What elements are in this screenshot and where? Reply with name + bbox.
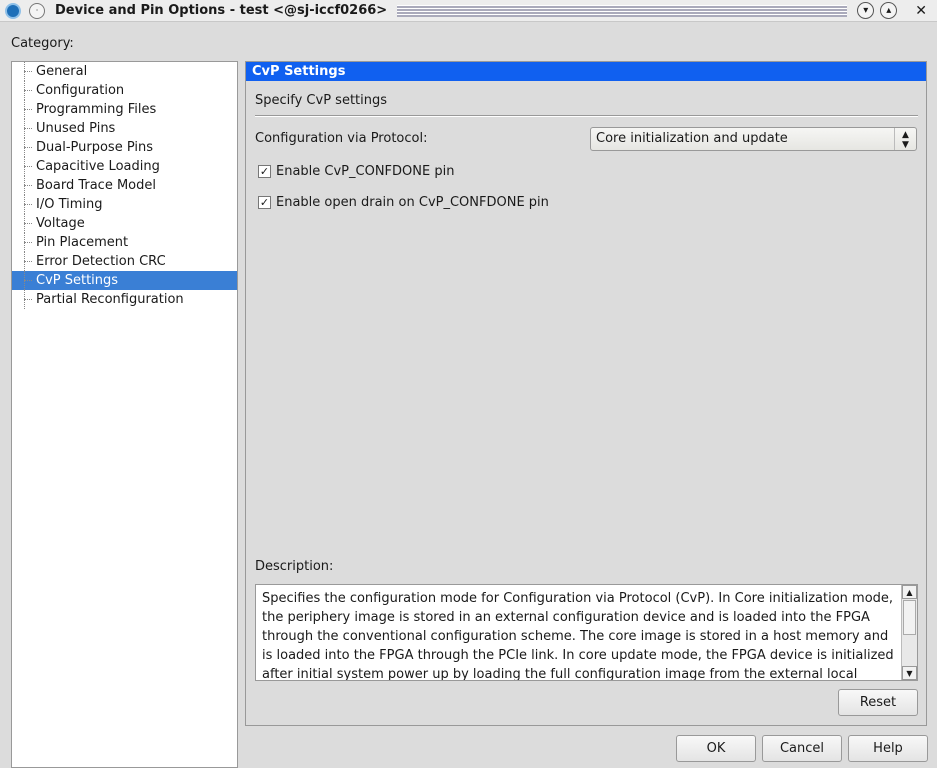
reset-button[interactable]: Reset (838, 689, 918, 716)
help-button[interactable]: Help (848, 735, 928, 762)
tree-item-general[interactable]: General (12, 62, 237, 81)
tree-item-partial-reconfiguration[interactable]: Partial Reconfiguration (12, 290, 237, 309)
panel-subtitle: Specify CvP settings (255, 93, 388, 108)
tree-item-programming-files[interactable]: Programming Files (12, 100, 237, 119)
enable-open-drain-checkbox[interactable]: ✓ Enable open drain on CvP_CONFDONE pin (258, 195, 549, 210)
category-tree[interactable]: General Configuration Programming Files Unu… (11, 61, 238, 768)
app-icon (5, 2, 21, 19)
description-scrollbar[interactable]: ▲ ▼ (901, 585, 917, 680)
tree-item-capacitive-loading[interactable]: Capacitive Loading (12, 157, 237, 176)
checkbox-label: Enable open drain on CvP_CONFDONE pin (276, 195, 549, 210)
checkbox-check-icon: ✓ (258, 196, 271, 209)
ok-button[interactable]: OK (676, 735, 756, 762)
title-drag-area[interactable] (397, 4, 848, 17)
protocol-value: Core initialization and update (596, 131, 788, 146)
updown-arrows-icon: ▲ ▼ (894, 128, 916, 150)
tree-item-dual-purpose-pins[interactable]: Dual-Purpose Pins (12, 138, 237, 157)
tree-item-board-trace-model[interactable]: Board Trace Model (12, 176, 237, 195)
tree-item-cvp-settings[interactable]: CvP Settings (12, 271, 237, 290)
maximize-icon[interactable]: ▴ (880, 2, 898, 19)
close-icon[interactable]: ✕ (915, 3, 927, 19)
checkbox-check-icon: ✓ (258, 165, 271, 178)
tree-item-pin-placement[interactable]: Pin Placement (12, 233, 237, 252)
scroll-up-icon[interactable]: ▲ (902, 585, 917, 599)
title-bar: · Device and Pin Options - test <@sj-icc… (0, 0, 937, 22)
tree-item-voltage[interactable]: Voltage (12, 214, 237, 233)
description-text-area[interactable]: Specifies the configuration mode for Con… (255, 584, 918, 681)
divider (255, 115, 918, 117)
minimize-icon[interactable]: ▾ (857, 2, 875, 19)
window-title: Device and Pin Options - test <@sj-iccf0… (55, 3, 388, 18)
checkbox-label: Enable CvP_CONFDONE pin (276, 164, 455, 179)
scroll-down-icon[interactable]: ▼ (902, 666, 917, 680)
panel-title: CvP Settings (246, 62, 926, 81)
tree-item-error-detection-crc[interactable]: Error Detection CRC (12, 252, 237, 271)
cancel-button[interactable]: Cancel (762, 735, 842, 762)
protocol-select[interactable]: Core initialization and update ▲ ▼ (590, 127, 917, 151)
window-menu-icon[interactable]: · (29, 2, 45, 19)
tree-item-configuration[interactable]: Configuration (12, 81, 237, 100)
description-label: Description: (255, 559, 334, 574)
settings-panel: CvP Settings Specify CvP settings Config… (245, 61, 927, 726)
tree-item-unused-pins[interactable]: Unused Pins (12, 119, 237, 138)
enable-confdone-checkbox[interactable]: ✓ Enable CvP_CONFDONE pin (258, 164, 454, 179)
description-text: Specifies the configuration mode for Con… (262, 591, 894, 681)
tree-item-i-o-timing[interactable]: I/O Timing (12, 195, 237, 214)
scroll-thumb[interactable] (903, 600, 916, 635)
category-label: Category: (11, 36, 74, 51)
protocol-label: Configuration via Protocol: (255, 131, 428, 146)
